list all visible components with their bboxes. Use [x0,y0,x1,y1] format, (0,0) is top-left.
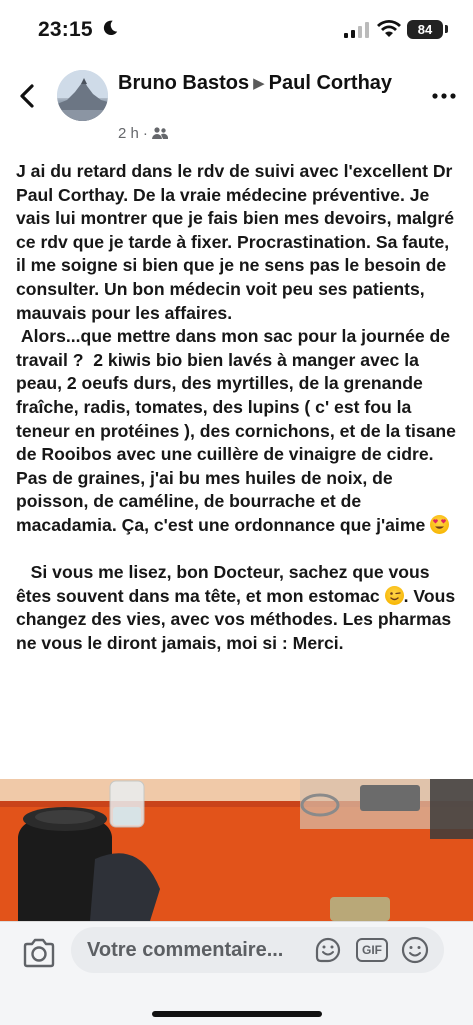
author-name[interactable]: Bruno Bastos [118,72,249,94]
avatar-image [57,70,108,121]
recipient-arrow: ▶ [253,75,265,92]
chevron-left-icon[interactable] [16,82,40,110]
moon-icon [103,20,118,36]
battery-tip [445,25,448,33]
heart-eyes-emoji [430,514,450,534]
post-author[interactable]: Bruno Bastos ▶ Paul Corthay [118,71,418,97]
signal-icon [344,22,369,38]
post-paragraph-text: Alors...que mettre dans mon sac pour la … [16,326,461,535]
post-paragraph: J ai du retard dans le rdv de suivi avec… [16,161,459,323]
post-time[interactable]: 2 h [118,125,139,142]
avatar[interactable] [57,70,108,121]
friends-icon[interactable] [151,127,168,139]
comment-placeholder[interactable]: Votre commentaire... [87,939,283,962]
meta-dot: · [142,125,148,142]
status-time: 23:15 [38,18,93,41]
post-paragraph: Si vous me lisez, bon Docteur, sachez qu… [16,561,462,655]
status-bar: 23:15 84 [0,0,473,60]
post-photo[interactable] [0,779,473,921]
home-indicator[interactable] [152,1011,322,1017]
sticker-icon[interactable] [313,935,343,965]
post-paragraph-text: Si vous me lisez, bon Docteur, sachez qu… [16,562,435,606]
post-text: J ai du retard dans le rdv de suivi avec… [16,160,462,655]
wink-emoji [384,585,404,605]
recipient-name[interactable]: Paul Corthay [269,72,392,94]
wink-emoji-art [389,591,401,600]
gif-icon[interactable]: GIF [356,938,388,962]
wifi-icon [377,20,401,37]
camera-icon[interactable] [22,938,56,968]
post-meta: 2 h · [118,125,168,142]
more-horizontal-icon[interactable] [432,93,456,99]
battery-icon: 84 [407,20,443,39]
photo-scene [0,779,473,921]
heart-eyes-emoji-art [433,519,446,529]
smiley-icon[interactable] [400,935,430,965]
post-paragraph: Alors...que mettre dans mon sac pour la … [16,325,462,537]
